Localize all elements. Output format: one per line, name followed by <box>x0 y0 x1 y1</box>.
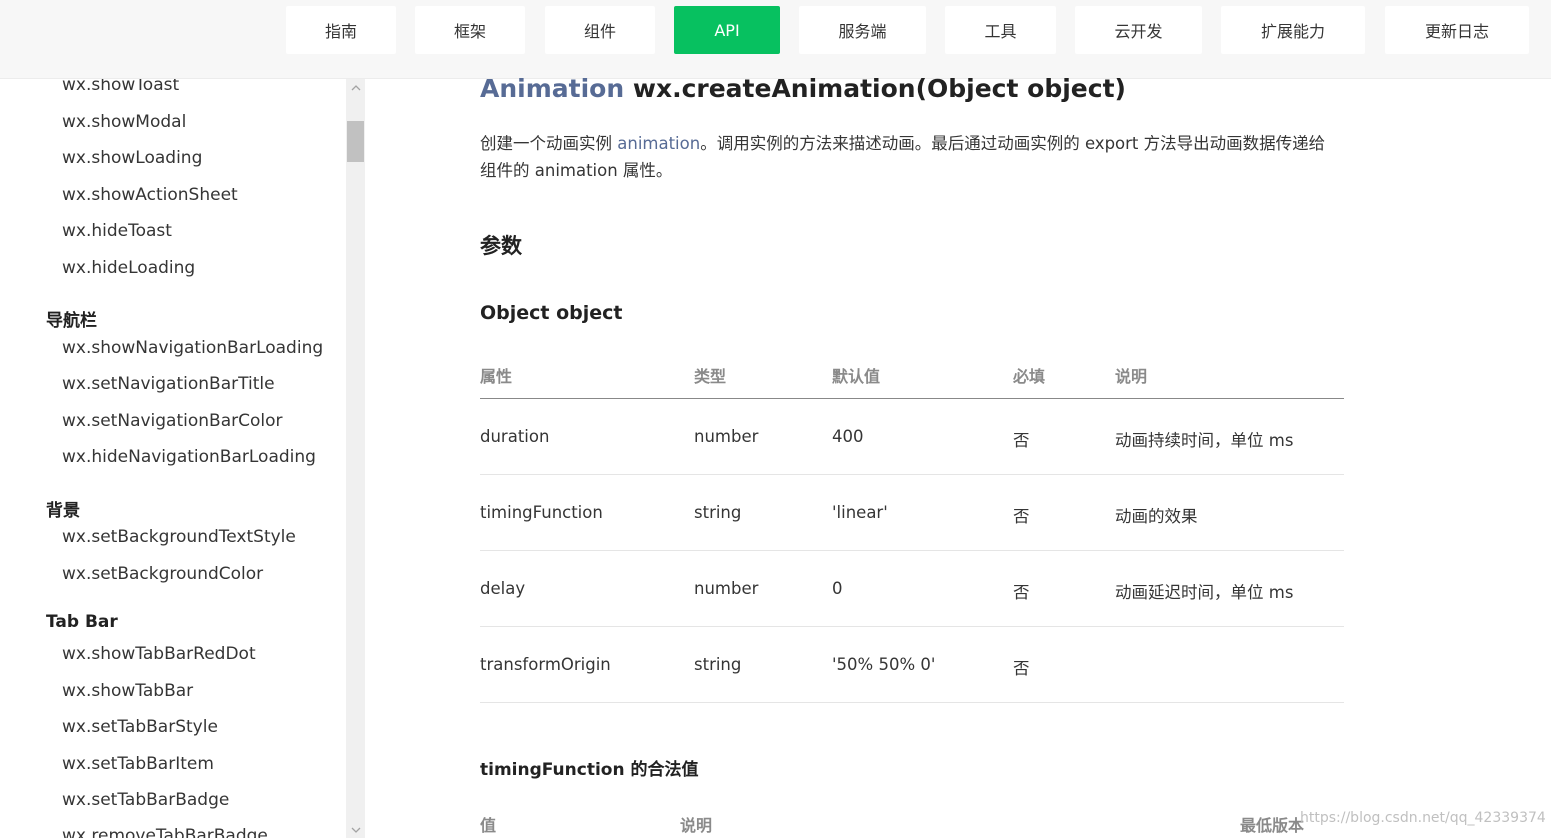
cell-required: 否 <box>1013 507 1030 526</box>
table-row: delay number 0 否 动画延迟时间，单位 ms <box>480 551 1344 627</box>
sidebar-item-show-modal[interactable]: wx.showModal <box>62 112 186 132</box>
sidebar-item-set-tabbar-item[interactable]: wx.setTabBarItem <box>62 754 214 774</box>
sidebar-item-show-navbar-loading[interactable]: wx.showNavigationBarLoading <box>62 338 323 358</box>
tab-api[interactable]: API <box>674 6 780 54</box>
timing-function-heading: timingFunction 的合法值 <box>480 760 699 780</box>
cell-default: 400 <box>832 427 864 446</box>
col-header-value: 值 <box>480 816 497 835</box>
cell-desc: 动画的效果 <box>1115 507 1198 526</box>
cell-required: 否 <box>1013 659 1030 678</box>
cell-property: timingFunction <box>480 503 603 522</box>
sidebar-item-show-tabbar[interactable]: wx.showTabBar <box>62 681 193 701</box>
sidebar-item-set-bg-text-style[interactable]: wx.setBackgroundTextStyle <box>62 527 296 547</box>
sidebar-item-remove-tabbar-badge[interactable]: wx.removeTabBarBadge <box>62 826 268 838</box>
col-header-default: 默认值 <box>832 367 881 386</box>
cell-desc: 动画持续时间，单位 ms <box>1115 431 1294 450</box>
sidebar-item-show-loading[interactable]: wx.showLoading <box>62 148 202 168</box>
tab-components[interactable]: 组件 <box>545 6 655 54</box>
tab-tools[interactable]: 工具 <box>945 6 1056 54</box>
sidebar-item-show-toast[interactable]: wx.showToast <box>62 79 179 95</box>
cell-type: number <box>694 579 759 598</box>
params-table: 属性 类型 默认值 必填 说明 duration number 400 否 动画… <box>480 351 1344 703</box>
watermark: https://blog.csdn.net/qq_42339374 <box>1300 810 1546 826</box>
sidebar-scrollbar[interactable] <box>346 79 365 838</box>
col-header-type: 类型 <box>694 367 727 386</box>
object-heading: Object object <box>480 302 623 324</box>
sidebar-group-navbar: 导航栏 <box>46 311 97 331</box>
description: 创建一个动画实例 animation。调用实例的方法来描述动画。最后通过动画实例… <box>480 130 1340 184</box>
cell-default: 'linear' <box>832 503 888 522</box>
cell-required: 否 <box>1013 583 1030 602</box>
cell-required: 否 <box>1013 431 1030 450</box>
cell-default: 0 <box>832 579 843 598</box>
sidebar-item-show-tabbar-red-dot[interactable]: wx.showTabBarRedDot <box>62 644 256 664</box>
sidebar-item-set-tabbar-badge[interactable]: wx.setTabBarBadge <box>62 790 229 810</box>
cell-type: string <box>694 503 742 522</box>
description-text: 创建一个动画实例 <box>480 134 618 153</box>
tab-extensions[interactable]: 扩展能力 <box>1221 6 1365 54</box>
cell-property: transformOrigin <box>480 655 611 674</box>
table-row: transformOrigin string '50% 50% 0' 否 <box>480 627 1344 703</box>
sidebar-item-set-navbar-color[interactable]: wx.setNavigationBarColor <box>62 411 283 431</box>
page-title: Animation wx.createAnimation(Object obje… <box>480 74 1126 103</box>
table-header: 属性 类型 默认值 必填 说明 <box>480 351 1344 399</box>
col-header-desc: 说明 <box>1115 367 1148 386</box>
sidebar-item-set-navbar-title[interactable]: wx.setNavigationBarTitle <box>62 374 275 394</box>
col-header-min-version: 最低版本 <box>1240 816 1305 835</box>
table-row: timingFunction string 'linear' 否 动画的效果 <box>480 475 1344 551</box>
tab-guide[interactable]: 指南 <box>286 6 396 54</box>
cell-type: number <box>694 427 759 446</box>
scrollbar-thumb[interactable] <box>347 121 364 162</box>
col-header-desc: 说明 <box>680 816 713 835</box>
sidebar-group-background: 背景 <box>46 501 80 521</box>
scroll-down-icon[interactable] <box>346 821 365 838</box>
scroll-up-icon[interactable] <box>346 79 365 96</box>
sidebar: wx.showToast wx.showModal wx.showLoading… <box>0 79 346 838</box>
sidebar-item-hide-navbar-loading[interactable]: wx.hideNavigationBarLoading <box>62 447 316 467</box>
col-header-required: 必填 <box>1013 367 1046 386</box>
tab-cloud-dev[interactable]: 云开发 <box>1075 6 1202 54</box>
cell-type: string <box>694 655 742 674</box>
animation-link[interactable]: animation <box>617 134 700 153</box>
cell-default: '50% 50% 0' <box>832 655 936 674</box>
sidebar-item-set-tabbar-style[interactable]: wx.setTabBarStyle <box>62 717 218 737</box>
tab-framework[interactable]: 框架 <box>415 6 525 54</box>
function-signature: wx.createAnimation(Object object) <box>632 74 1126 103</box>
table-row: duration number 400 否 动画持续时间，单位 ms <box>480 399 1344 475</box>
return-type-link[interactable]: Animation <box>480 74 624 103</box>
sidebar-item-hide-toast[interactable]: wx.hideToast <box>62 221 172 241</box>
cell-desc: 动画延迟时间，单位 ms <box>1115 583 1294 602</box>
sidebar-group-tabbar: Tab Bar <box>46 612 118 632</box>
sidebar-item-show-action-sheet[interactable]: wx.showActionSheet <box>62 185 238 205</box>
top-navigation: 指南 框架 组件 API 服务端 工具 云开发 扩展能力 更新日志 <box>0 0 1551 79</box>
tab-server[interactable]: 服务端 <box>799 6 926 54</box>
sidebar-item-hide-loading[interactable]: wx.hideLoading <box>62 258 195 278</box>
cell-property: duration <box>480 427 550 446</box>
sidebar-item-set-bg-color[interactable]: wx.setBackgroundColor <box>62 564 263 584</box>
tab-changelog[interactable]: 更新日志 <box>1385 6 1529 54</box>
cell-property: delay <box>480 579 526 598</box>
params-heading: 参数 <box>480 234 522 258</box>
col-header-property: 属性 <box>480 367 513 386</box>
timing-table-header: 值 说明 最低版本 <box>480 812 1350 838</box>
